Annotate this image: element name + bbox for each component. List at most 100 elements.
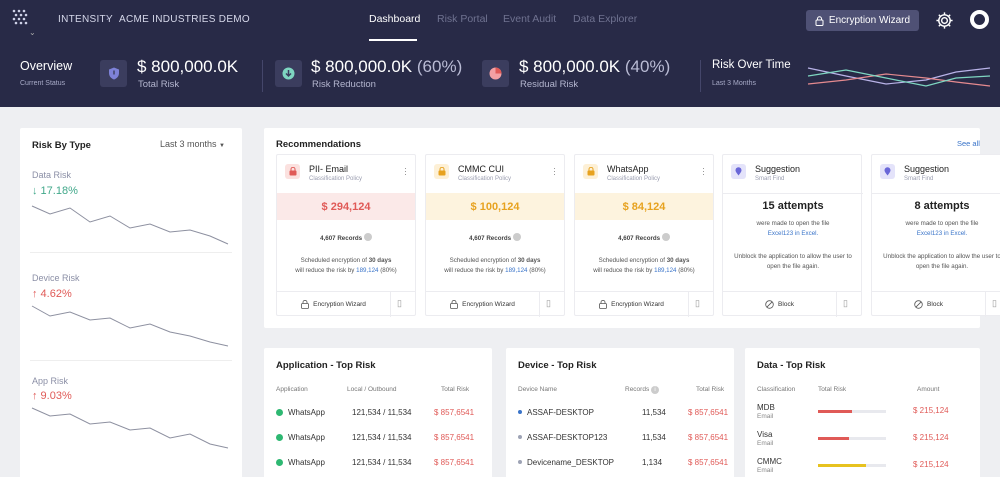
classification-type: Email [757, 440, 774, 447]
residual-risk-value: $ 800,000.0K (40%) [519, 57, 671, 76]
application-top-risk-title: Application - Top Risk [276, 360, 376, 371]
recommendation-card[interactable]: WhatsApp Classification Policy · · · $ 84,… [574, 154, 714, 317]
chevron-down-icon[interactable]: ⌄ [29, 28, 36, 37]
local-outbound: 121,534 / 11,534 [352, 433, 412, 442]
encryption-wizard-button[interactable]: Encryption Wizard [277, 292, 391, 317]
file-link[interactable]: Excel123 in Excel. [917, 230, 968, 237]
card-title: CMMC CUI [458, 164, 504, 174]
total-risk-value: $ 800,000.0K [137, 57, 239, 76]
suggestion-text: Unblock the application to allow the use… [883, 253, 1000, 270]
card-subtitle: Smart Find [904, 176, 934, 182]
delete-icon[interactable]: ▯ [992, 298, 997, 309]
risk-bar [818, 410, 886, 413]
arrow-down-circle-icon [275, 60, 302, 87]
lock-icon [285, 164, 300, 179]
caret-down-icon: ▼ [219, 143, 225, 149]
table-row[interactable]: WhatsApp 121,534 / 11,534 $ 857,6541 [264, 408, 492, 426]
data-top-risk-card: Data - Top Risk Classification Total Ris… [745, 348, 980, 477]
encryption-wizard-button[interactable]: Encryption Wizard [426, 292, 540, 317]
delete-icon[interactable]: ▯ [695, 298, 700, 309]
file-link[interactable]: Excel123 in Excel. [768, 230, 819, 237]
data-risk-label: Data Risk [32, 170, 72, 180]
device-top-risk-card: Device - Top Risk Device Name Records i … [506, 348, 734, 477]
recommendation-card[interactable]: PII- Email Classification Policy · · · $ 2… [276, 154, 416, 317]
amount: $ 215,124 [913, 460, 949, 469]
data-risk-sparkline [31, 205, 229, 245]
active-tab-indicator [369, 39, 417, 41]
card-title: WhatsApp [607, 164, 649, 174]
tab-risk-portal[interactable]: Risk Portal [437, 13, 488, 25]
see-all-link[interactable]: See all [957, 139, 980, 148]
tab-event-audit[interactable]: Event Audit [503, 13, 556, 25]
table-row[interactable]: ASSAF-DESKTOP 11,534 $ 857,6541 [506, 408, 734, 426]
info-icon [661, 233, 670, 241]
location-pin-icon [880, 164, 895, 179]
encryption-wizard-button[interactable]: Encryption Wizard [806, 10, 919, 31]
delete-icon[interactable]: ▯ [546, 298, 551, 309]
gear-icon[interactable] [935, 11, 954, 30]
attempts-text: were made to open the file Excel123 in Ex… [905, 220, 979, 237]
info-icon: i [651, 386, 660, 394]
block-icon [914, 300, 923, 309]
encryption-wizard-label: Encryption Wizard [828, 15, 911, 26]
lock-icon [599, 300, 608, 309]
card-footer: Block ▯ [872, 291, 1000, 317]
suggestion-card[interactable]: Suggestion Smart Find 8 attempts were ma… [871, 154, 1000, 317]
total-risk: $ 857,6541 [688, 458, 729, 467]
records-count: 4,607 Records [575, 233, 713, 242]
classification-type: Email [757, 413, 774, 420]
lock-icon [815, 15, 824, 26]
more-options-icon[interactable]: · · · [702, 164, 705, 179]
app-logo-icon[interactable] [10, 8, 30, 30]
more-options-icon[interactable]: · · · [404, 164, 407, 179]
app-name: WhatsApp [276, 433, 325, 442]
risk-amount: $ 84,124 [575, 193, 713, 220]
risk-bar-fill [818, 437, 849, 440]
divider [872, 193, 1000, 194]
info-icon [512, 233, 521, 241]
recommendation-card[interactable]: CMMC CUI Classification Policy · · · $ 100… [425, 154, 565, 317]
local-outbound: 121,534 / 11,534 [352, 408, 412, 417]
table-row[interactable]: CMMC Email $ 215,124 [745, 457, 980, 477]
status-dot [518, 435, 522, 439]
period-dropdown[interactable]: Last 3 months ▼ [160, 139, 225, 149]
suggestion-card[interactable]: Suggestion Smart Find 15 attempts were m… [722, 154, 863, 317]
card-subtitle: Smart Find [755, 176, 785, 182]
column-header: Classification [757, 386, 796, 393]
delete-icon[interactable]: ▯ [843, 298, 848, 309]
whatsapp-icon [276, 409, 283, 416]
risk-amount: $ 100,124 [426, 193, 564, 220]
delete-icon[interactable]: ▯ [397, 298, 402, 309]
info-icon [363, 233, 372, 241]
org-name[interactable]: ACME INDUSTRIES DEMO [119, 14, 250, 25]
encryption-wizard-button[interactable]: Encryption Wizard [575, 292, 689, 317]
attempts-count: 8 attempts [914, 200, 970, 212]
device-top-risk-title: Device - Top Risk [518, 360, 597, 371]
column-header: Total Risk [441, 386, 470, 393]
divider [700, 60, 701, 92]
block-button[interactable]: Block [872, 292, 986, 317]
table-row[interactable]: Visa Email $ 215,124 [745, 430, 980, 454]
table-row[interactable]: Devicename_DESKTOP 1,134 $ 857,6541 [506, 458, 734, 476]
divider [30, 252, 232, 253]
column-header: Application [276, 386, 308, 393]
location-pin-icon [731, 164, 746, 179]
table-row[interactable]: ASSAF-DESKTOP123 11,534 $ 857,6541 [506, 433, 734, 451]
breadcrumb-separator-icon: › [106, 12, 110, 24]
table-row[interactable]: MDB Email $ 215,124 [745, 403, 980, 427]
user-avatar[interactable] [970, 10, 989, 29]
divider [262, 60, 263, 92]
status-dot [518, 460, 522, 464]
app-risk-value: ↑ 9.03% [32, 390, 72, 402]
more-options-icon[interactable]: · · · [553, 164, 556, 179]
records: 11,534 [642, 433, 666, 442]
table-row[interactable]: WhatsApp 121,534 / 11,534 $ 857,6541 [264, 433, 492, 451]
records-count: 4,607 Records [426, 233, 564, 242]
schedule-text: Scheduled encryption of 30 days will redu… [295, 257, 397, 274]
recommendations-card: Recommendations See all PII- Email Class… [264, 128, 1000, 328]
block-button[interactable]: Block [723, 292, 837, 317]
table-row[interactable]: WhatsApp 121,534 / 11,534 $ 857,6541 [264, 458, 492, 476]
overview-band: Overview Current Status $ 800,000.0K Tot… [0, 42, 1000, 107]
tab-dashboard[interactable]: Dashboard [369, 13, 420, 25]
tab-data-explorer[interactable]: Data Explorer [573, 13, 637, 25]
